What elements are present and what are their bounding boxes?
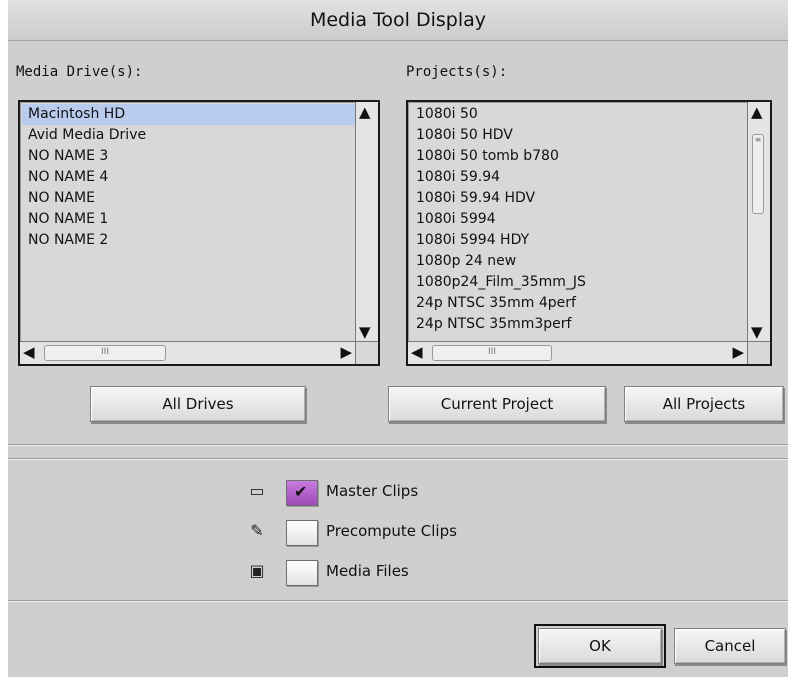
section-divider — [8, 600, 788, 602]
section-divider — [8, 458, 788, 460]
media-tool-display-dialog: Media Tool Display Media Drive(s): Macin… — [8, 0, 788, 677]
checkmark-icon: ✔ — [294, 482, 308, 501]
scroll-up-arrow-icon[interactable]: ▲ — [359, 104, 371, 120]
media-drives-vertical-scrollbar[interactable]: ▲ ▼ — [355, 102, 378, 342]
scroll-thumb-handle[interactable]: ≡ — [752, 134, 764, 214]
list-item[interactable]: 1080i 50 tomb b780 — [410, 146, 748, 167]
projects-label: Projects(s): — [406, 64, 508, 80]
precompute-clips-label: Precompute Clips — [326, 522, 457, 540]
current-project-button[interactable]: Current Project — [388, 386, 606, 422]
list-item[interactable]: 1080i 50 HDV — [410, 125, 748, 146]
list-item[interactable]: Macintosh HD — [22, 104, 356, 125]
scroll-corner — [355, 341, 378, 364]
list-item[interactable]: 1080i 5994 HDY — [410, 230, 748, 251]
ok-button[interactable]: OK — [534, 624, 666, 668]
scroll-left-arrow-icon[interactable]: ◀ — [23, 344, 35, 360]
cancel-button[interactable]: Cancel — [674, 628, 786, 664]
projects-horizontal-scrollbar[interactable]: ◀ III ▶ — [408, 341, 748, 364]
list-item[interactable]: NO NAME 1 — [22, 209, 356, 230]
film-strip-icon: ▭ — [249, 481, 265, 500]
all-projects-button[interactable]: All Projects — [624, 386, 784, 422]
media-drives-items: Macintosh HD Avid Media Drive NO NAME 3 NO … — [22, 104, 356, 342]
projects-vertical-scrollbar[interactable]: ▲ ≡ ▼ — [747, 102, 770, 342]
list-item[interactable]: 1080i 5994 — [410, 209, 748, 230]
scroll-corner — [747, 341, 770, 364]
media-files-label: Media Files — [326, 562, 409, 580]
scroll-thumb-handle[interactable]: III — [432, 345, 552, 361]
media-drives-label: Media Drive(s): — [16, 64, 143, 80]
list-item[interactable]: Avid Media Drive — [22, 125, 356, 146]
master-clips-label: Master Clips — [326, 482, 419, 500]
scroll-up-arrow-icon[interactable]: ▲ — [751, 104, 763, 120]
list-item[interactable]: NO NAME — [22, 188, 356, 209]
scroll-left-arrow-icon[interactable]: ◀ — [411, 344, 423, 360]
media-file-icon: ▣ — [249, 561, 265, 580]
scroll-right-arrow-icon[interactable]: ▶ — [732, 344, 744, 360]
scroll-thumb-handle[interactable]: III — [44, 345, 166, 361]
projects-list[interactable]: 1080i 50 1080i 50 HDV 1080i 50 tomb b780 10… — [406, 100, 772, 366]
all-drives-button[interactable]: All Drives — [90, 386, 306, 422]
list-item[interactable]: 1080p24_Film_35mm_JS — [410, 272, 748, 293]
list-item[interactable]: NO NAME 2 — [22, 230, 356, 251]
projects-items: 1080i 50 1080i 50 HDV 1080i 50 tomb b780 10… — [410, 104, 748, 342]
section-divider — [8, 444, 788, 446]
list-item[interactable]: 24p NTSC 35mm 4perf — [410, 293, 748, 314]
list-item[interactable]: 1080i 50 — [410, 104, 748, 125]
list-item[interactable]: 1080p 24 new — [410, 251, 748, 272]
media-drives-list[interactable]: Macintosh HD Avid Media Drive NO NAME 3 NO … — [18, 100, 380, 366]
master-clips-checkbox[interactable]: ✔ — [286, 480, 318, 506]
list-item[interactable]: NO NAME 3 — [22, 146, 356, 167]
list-item[interactable]: 24p NTSC 35mm3perf — [410, 314, 748, 335]
scroll-down-arrow-icon[interactable]: ▼ — [359, 324, 371, 340]
dialog-title: Media Tool Display — [8, 0, 788, 41]
scroll-right-arrow-icon[interactable]: ▶ — [340, 344, 352, 360]
list-item[interactable]: 1080i 59.94 — [410, 167, 748, 188]
precompute-icon: ✎ — [250, 521, 264, 540]
scroll-down-arrow-icon[interactable]: ▼ — [751, 324, 763, 340]
list-item[interactable]: 1080i 59.94 HDV — [410, 188, 748, 209]
list-item[interactable]: NO NAME 4 — [22, 167, 356, 188]
media-files-checkbox[interactable] — [286, 560, 318, 586]
precompute-clips-checkbox[interactable] — [286, 520, 318, 546]
media-drives-horizontal-scrollbar[interactable]: ◀ III ▶ — [20, 341, 356, 364]
